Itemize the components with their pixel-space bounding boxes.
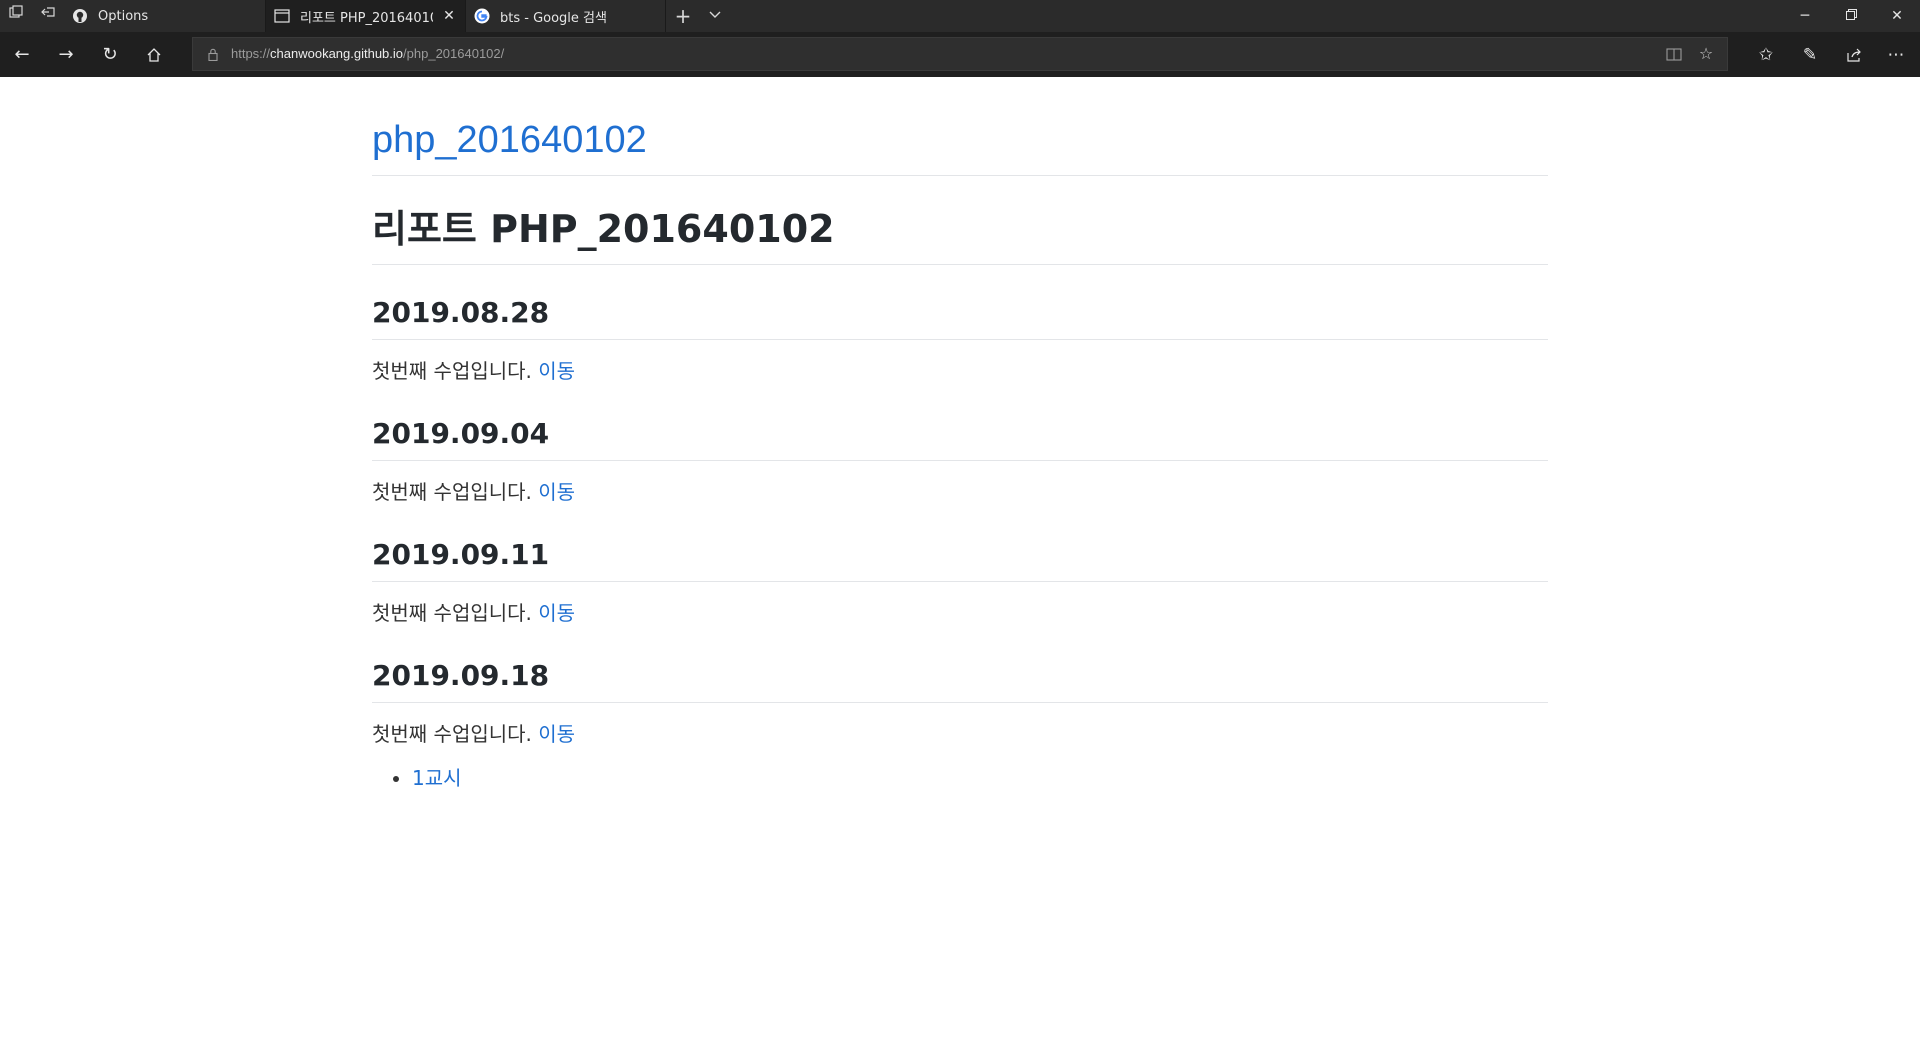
- page-icon: [274, 8, 290, 24]
- minimize-icon[interactable]: ─: [1782, 0, 1828, 32]
- url-text: https://chanwookang.github.io/php_201640…: [231, 38, 504, 70]
- sub-item-link[interactable]: 1교시: [412, 766, 462, 790]
- tab-title: 리포트 PHP_201640102: [300, 10, 433, 26]
- refresh-icon[interactable]: ↻: [92, 39, 128, 71]
- close-tab-icon[interactable]: ✕: [441, 8, 457, 24]
- restore-icon[interactable]: [1828, 0, 1874, 32]
- github-icon: [72, 8, 88, 24]
- entry-paragraph: 첫번째 수업입니다. 이동: [372, 477, 1548, 507]
- tab-preview-icon[interactable]: [0, 0, 32, 32]
- entry-link[interactable]: 이동: [538, 722, 575, 746]
- tab-options[interactable]: Options: [64, 0, 266, 32]
- sub-item-list: 1교시: [412, 763, 1548, 793]
- url-path: /php_201640102/: [403, 46, 505, 61]
- close-window-icon[interactable]: ✕: [1874, 0, 1920, 32]
- entry-link[interactable]: 이동: [538, 359, 575, 383]
- tab-google-search[interactable]: bts - Google 검색: [466, 0, 666, 32]
- list-item: 1교시: [412, 763, 1548, 793]
- page-heading: 리포트 PHP_201640102: [372, 206, 1548, 265]
- entry-text: 첫번째 수업입니다.: [372, 722, 532, 746]
- site-title-link[interactable]: php_201640102: [372, 117, 1548, 176]
- favorites-hub-icon[interactable]: ✩: [1746, 39, 1786, 71]
- entry-date-heading: 2019.08.28: [372, 295, 1548, 340]
- share-icon[interactable]: [1834, 39, 1874, 71]
- web-page: php_201640102 리포트 PHP_201640102 2019.08.…: [0, 77, 1920, 1040]
- tab-title: bts - Google 검색: [500, 10, 607, 26]
- page-content: php_201640102 리포트 PHP_201640102 2019.08.…: [372, 77, 1548, 793]
- tab-strip: Options 리포트 PHP_201640102 ✕ bts - Google…: [0, 0, 1920, 32]
- url-scheme: https://: [231, 46, 271, 61]
- entry-link[interactable]: 이동: [538, 601, 575, 625]
- entry-date-heading: 2019.09.18: [372, 658, 1548, 703]
- entry-text: 첫번째 수업입니다.: [372, 601, 532, 625]
- entry-text: 첫번째 수업입니다.: [372, 480, 532, 504]
- new-tab-icon[interactable]: +: [666, 0, 700, 32]
- address-bar[interactable]: https://chanwookang.github.io/php_201640…: [192, 37, 1728, 71]
- home-icon[interactable]: [136, 39, 172, 71]
- lock-icon: [205, 38, 221, 70]
- entry-link[interactable]: 이동: [538, 480, 575, 504]
- favorite-star-icon[interactable]: ☆: [1691, 38, 1721, 70]
- tab-title: Options: [98, 8, 149, 24]
- set-aside-tabs-icon[interactable]: [32, 0, 64, 32]
- entry-date-heading: 2019.09.04: [372, 416, 1548, 461]
- more-options-icon[interactable]: ⋯: [1876, 39, 1916, 71]
- browser-chrome: Options 리포트 PHP_201640102 ✕ bts - Google…: [0, 0, 1920, 77]
- entry-paragraph: 첫번째 수업입니다. 이동: [372, 356, 1548, 386]
- pen-icon[interactable]: ✎: [1790, 39, 1830, 71]
- entry-date-heading: 2019.09.11: [372, 537, 1548, 582]
- back-icon[interactable]: ←: [4, 39, 40, 71]
- google-icon: [474, 8, 490, 24]
- entry-paragraph: 첫번째 수업입니다. 이동: [372, 719, 1548, 749]
- forward-icon[interactable]: →: [48, 39, 84, 71]
- reading-view-icon[interactable]: [1659, 38, 1689, 70]
- chevron-down-icon[interactable]: [700, 0, 730, 32]
- tab-report[interactable]: 리포트 PHP_201640102 ✕: [266, 0, 466, 32]
- entry-paragraph: 첫번째 수업입니다. 이동: [372, 598, 1548, 628]
- url-host: chanwookang.github.io: [270, 46, 404, 61]
- entry-text: 첫번째 수업입니다.: [372, 359, 532, 383]
- navigation-toolbar: ← → ↻ https://chanwookang.github.io/php_…: [0, 32, 1920, 77]
